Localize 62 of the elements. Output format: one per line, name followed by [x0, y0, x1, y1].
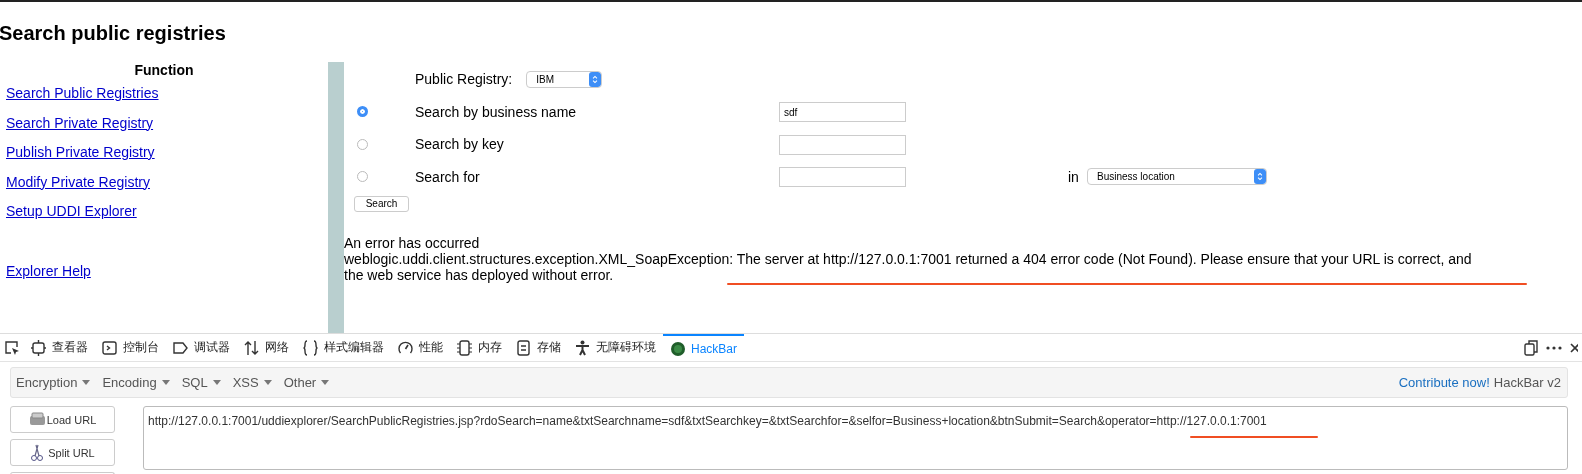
version-label: HackBar v2: [1493, 375, 1561, 390]
devtools-tab[interactable]: 存储: [509, 334, 568, 361]
text-field[interactable]: [779, 167, 906, 187]
menu-button[interactable]: Encoding: [102, 375, 170, 390]
memory-icon: [457, 339, 472, 356]
url-field[interactable]: http://127.0.0.1:7001/uddiexplorer/SearchPublicRegistries.jsp?rdoSearch=name&txtSearchname=sdf&txtSearchkey=&txtSearchfor=&selfor=Business+location&btnSubmit=Search&operator=http://127.0.0.1:7001: [143, 406, 1568, 470]
more-icon: [1546, 345, 1562, 350]
caret-icon: [263, 380, 272, 385]
devtools-tab[interactable]: 内存: [450, 334, 509, 361]
hackbar-button[interactable]: Load URL: [10, 406, 115, 433]
devtools-tab[interactable]: 调试器: [166, 334, 237, 361]
radio-button[interactable]: [357, 138, 368, 150]
field-label: Search by business name: [415, 103, 577, 120]
search-button[interactable]: Search: [354, 196, 409, 212]
caret-icon: [82, 380, 91, 385]
dropdown[interactable]: Business location: [1087, 168, 1267, 186]
menu-button[interactable]: Other: [283, 375, 330, 390]
element-picker-icon: [4, 339, 20, 356]
nav-link[interactable]: Modify Private Registry: [6, 173, 150, 191]
menu-button[interactable]: Encryption: [16, 375, 91, 390]
style-icon: [303, 339, 318, 356]
menu-button[interactable]: XSS: [232, 375, 272, 390]
caret-icon: [321, 380, 330, 385]
field-label: Search for: [415, 168, 480, 185]
devtools-tab[interactable]: 控制台: [95, 334, 166, 361]
debugger-icon: [173, 339, 188, 356]
dropdown[interactable]: IBM: [526, 70, 603, 88]
hackbar-button[interactable]: Split URL: [10, 439, 115, 466]
hackbar-icon: [670, 340, 685, 357]
field-label: Search by key: [415, 136, 504, 153]
nav-link[interactable]: Search Public Registries: [6, 85, 159, 102]
load-icon: [28, 411, 45, 428]
performance-icon: [398, 339, 413, 356]
console-icon: [102, 339, 117, 356]
accessibility-icon: [575, 339, 590, 356]
devtools-tab[interactable]: 样式编辑器: [296, 334, 391, 361]
inspector-icon: [31, 339, 46, 356]
devtools-tab[interactable]: 查看器: [24, 334, 95, 361]
dock-icon: [1524, 339, 1538, 356]
nav-link[interactable]: Setup UDDI Explorer: [6, 203, 137, 220]
error-message: weblogic.uddi.client.structures.exception.XML_SoapException: The server at http://127.0.0.1:7001 returned a 404 error code (Not Found). Please ensure that your URL is correct, and the web service has deployed without error.: [344, 251, 1473, 283]
menu-button[interactable]: SQL: [181, 375, 221, 390]
nav-link[interactable]: Search Private Registry: [6, 114, 154, 132]
nav-link[interactable]: Publish Private Registry: [6, 144, 155, 161]
field-label: in: [1068, 168, 1079, 185]
section-heading: Function: [134, 62, 194, 79]
text-field[interactable]: sdf: [779, 102, 906, 122]
text-field[interactable]: [779, 134, 906, 155]
devtools-tab[interactable]: 网络: [237, 334, 296, 361]
error-title: An error has occurred: [344, 235, 480, 251]
radio-button[interactable]: [357, 171, 368, 183]
caret-icon: [161, 380, 170, 385]
devtools-tab[interactable]: 无障碍环境: [568, 334, 663, 361]
storage-icon: [516, 339, 531, 356]
caret-icon: [212, 380, 221, 385]
nav-link[interactable]: Explorer Help: [6, 263, 91, 280]
network-icon: [244, 339, 259, 356]
page-title: Search public registries: [0, 21, 226, 46]
radio-button[interactable]: [357, 106, 368, 118]
contribute-link[interactable]: Contribute now!: [1398, 375, 1490, 390]
field-label: Public Registry:: [415, 71, 513, 88]
devtools-tab[interactable]: 性能: [391, 334, 450, 361]
